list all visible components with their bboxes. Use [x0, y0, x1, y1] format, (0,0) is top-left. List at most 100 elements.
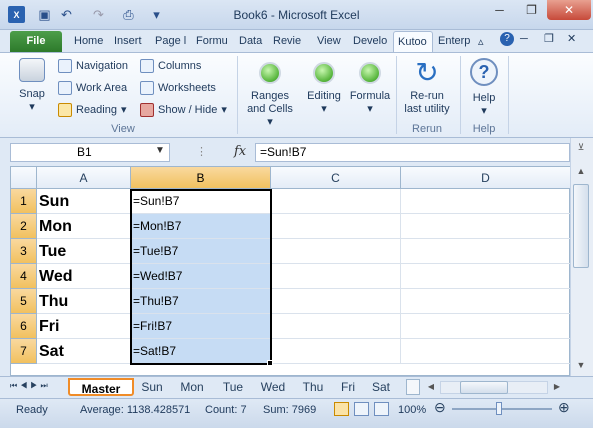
cell-d5[interactable]: [401, 289, 571, 314]
cell-c6[interactable]: [271, 314, 401, 339]
sheet-tab-mon[interactable]: Mon: [176, 378, 208, 396]
tab-kutools[interactable]: Kutoo: [393, 31, 433, 52]
cell-d7[interactable]: [401, 339, 571, 364]
select-all-corner[interactable]: [11, 167, 37, 189]
row-header[interactable]: 7: [11, 339, 37, 364]
column-header-a[interactable]: A: [37, 167, 131, 189]
zoom-level[interactable]: 100%: [398, 404, 426, 416]
column-header-d[interactable]: D: [401, 167, 571, 189]
cell-d4[interactable]: [401, 264, 571, 289]
splitter-icon[interactable]: ⋮: [196, 145, 207, 158]
cell-a4[interactable]: Wed: [37, 264, 131, 289]
cell-c5[interactable]: [271, 289, 401, 314]
cell-d3[interactable]: [401, 239, 571, 264]
cell-c2[interactable]: [271, 214, 401, 239]
name-box-dropdown-icon[interactable]: ▼: [155, 145, 165, 156]
tab-data[interactable]: Data: [235, 31, 266, 52]
row-header[interactable]: 4: [11, 264, 37, 289]
formula-input[interactable]: =Sun!B7: [255, 143, 570, 162]
zoom-in-icon[interactable]: ⊕: [558, 399, 570, 416]
close-button[interactable]: ✕: [547, 0, 591, 20]
tab-review[interactable]: Revie: [269, 31, 309, 52]
restore-button[interactable]: ❐: [516, 0, 547, 20]
window-minimize-icon[interactable]: ─: [520, 33, 528, 45]
cell-d2[interactable]: [401, 214, 571, 239]
name-box[interactable]: B1: [10, 143, 170, 162]
tab-enterprise[interactable]: Enterp: [434, 31, 474, 52]
column-header-c[interactable]: C: [271, 167, 401, 189]
cell-d1[interactable]: [401, 189, 571, 214]
cell-a6[interactable]: Fri: [37, 314, 131, 339]
cell-a3[interactable]: Tue: [37, 239, 131, 264]
row-header[interactable]: 1: [11, 189, 37, 214]
fill-handle[interactable]: [267, 360, 273, 366]
horizontal-scroll-thumb[interactable]: [460, 381, 508, 394]
normal-view-icon[interactable]: [334, 402, 349, 416]
tab-file[interactable]: File: [10, 31, 62, 52]
print-icon[interactable]: ⎙: [120, 6, 137, 23]
rerun-last-utility-button[interactable]: ↻ Re-run last utility: [398, 56, 456, 116]
row-header[interactable]: 5: [11, 289, 37, 314]
snap-button[interactable]: Snap ▾: [14, 58, 50, 114]
formula-button[interactable]: Formula ▾: [348, 56, 392, 116]
sheet-tab-sun[interactable]: Sun: [138, 378, 166, 396]
sheet-tab-sat[interactable]: Sat: [368, 378, 394, 396]
sheet-nav-arrows-icon[interactable]: ⏮◀▶⏭: [10, 381, 51, 391]
cell-a7[interactable]: Sat: [37, 339, 131, 364]
insert-sheet-icon[interactable]: [406, 379, 420, 395]
sheet-tab-fri[interactable]: Fri: [336, 378, 360, 396]
tab-view[interactable]: View: [313, 31, 345, 52]
cell-c1[interactable]: [271, 189, 401, 214]
sheet-tab-wed[interactable]: Wed: [256, 378, 290, 396]
collapse-ribbon-icon[interactable]: ▵: [478, 35, 484, 48]
column-header-b[interactable]: B: [131, 167, 271, 189]
excel-icon[interactable]: X: [8, 6, 25, 23]
sheet-tab-thu[interactable]: Thu: [298, 378, 328, 396]
cell-d6[interactable]: [401, 314, 571, 339]
tab-formulas[interactable]: Formu: [192, 31, 232, 52]
columns-button[interactable]: Columns: [140, 56, 201, 76]
work-area-button[interactable]: Work Area: [58, 78, 127, 98]
help-icon[interactable]: ?: [500, 32, 514, 46]
spreadsheet-grid[interactable]: A B C D 1 Sun =Sun!B7 2 Mon =Mon!B7 3 Tu…: [10, 166, 571, 376]
cell-c4[interactable]: [271, 264, 401, 289]
customize-qat-icon[interactable]: ▾: [148, 6, 165, 23]
tab-home[interactable]: Home: [70, 31, 107, 52]
cell-a1[interactable]: Sun: [37, 189, 131, 214]
minimize-button[interactable]: ─: [484, 0, 515, 20]
navigation-button[interactable]: Navigation: [58, 56, 128, 76]
insert-function-icon[interactable]: fx: [234, 144, 246, 159]
ranges-and-cells-button[interactable]: Ranges and Cells ▾: [240, 56, 300, 129]
cell-a5[interactable]: Thu: [37, 289, 131, 314]
scroll-thumb[interactable]: [573, 184, 589, 268]
help-button[interactable]: ? Help ▾: [462, 56, 506, 118]
save-icon[interactable]: ▣: [36, 6, 53, 23]
redo-icon[interactable]: ↷: [90, 6, 107, 23]
tab-developer[interactable]: Develo: [349, 31, 393, 52]
cell-c7[interactable]: [271, 339, 401, 364]
scroll-left-icon[interactable]: ◀: [424, 379, 438, 395]
worksheets-button[interactable]: Worksheets: [140, 78, 216, 98]
zoom-out-icon[interactable]: ⊖: [434, 399, 446, 416]
undo-icon[interactable]: ↶: [58, 6, 75, 23]
scroll-right-icon[interactable]: ▶: [550, 379, 564, 395]
page-layout-view-icon[interactable]: [354, 402, 369, 416]
window-close-icon[interactable]: ✕: [567, 32, 576, 45]
scroll-up-icon[interactable]: ▲: [574, 166, 588, 182]
tab-page-layout[interactable]: Page l: [151, 31, 191, 52]
scroll-down-icon[interactable]: ▼: [574, 360, 588, 376]
page-break-view-icon[interactable]: [374, 402, 389, 416]
cell-c3[interactable]: [271, 239, 401, 264]
cell-a2[interactable]: Mon: [37, 214, 131, 239]
split-handle-icon[interactable]: ⊻: [574, 142, 588, 162]
sheet-tab-tue[interactable]: Tue: [218, 378, 248, 396]
show-hide-button[interactable]: Show / Hide ▾: [140, 100, 227, 120]
tab-insert[interactable]: Insert: [110, 31, 146, 52]
zoom-slider[interactable]: [452, 408, 552, 410]
row-header[interactable]: 6: [11, 314, 37, 339]
zoom-slider-thumb[interactable]: [496, 402, 502, 415]
sheet-tab-master[interactable]: Master: [68, 378, 134, 396]
editing-button[interactable]: Editing ▾: [302, 56, 346, 116]
row-header[interactable]: 3: [11, 239, 37, 264]
window-restore-icon[interactable]: ❐: [544, 32, 554, 45]
